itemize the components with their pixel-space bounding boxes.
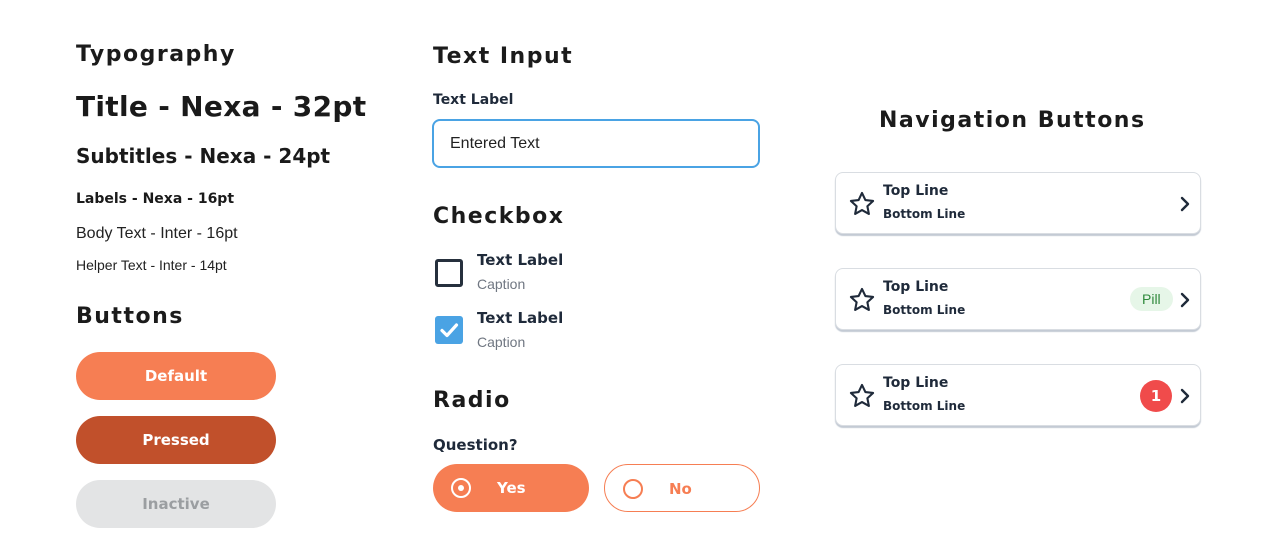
text-input-label: Text Label [433, 92, 514, 108]
star-icon [849, 383, 875, 407]
checkmark-icon [440, 323, 459, 338]
checkbox-label: Text Label [477, 309, 564, 327]
pressed-button[interactable]: Pressed [76, 416, 276, 464]
chevron-right-icon [1180, 196, 1190, 212]
radio-heading: Radio [433, 388, 511, 413]
typography-heading: Typography [76, 42, 236, 67]
checkbox-unchecked[interactable] [435, 259, 463, 287]
nav-button-with-pill[interactable]: Top Line Bottom Line Pill [835, 268, 1201, 330]
subtitle-sample: Subtitles - Nexa - 24pt [76, 144, 331, 168]
radio-selected-icon [451, 478, 471, 498]
helper-text-sample: Helper Text - Inter - 14pt [76, 257, 227, 273]
nav-button[interactable]: Top Line Bottom Line [835, 172, 1201, 234]
nav-bottom-line: Bottom Line [883, 303, 966, 317]
title-sample: Title - Nexa - 32pt [76, 90, 367, 123]
nav-top-line: Top Line [883, 279, 949, 295]
radio-question: Question? [433, 436, 518, 454]
checkbox-heading: Checkbox [433, 204, 565, 229]
radio-option-yes[interactable]: Yes [433, 464, 589, 512]
nav-top-line: Top Line [883, 183, 949, 199]
star-icon [849, 287, 875, 311]
inactive-button: Inactive [76, 480, 276, 528]
nav-bottom-line: Bottom Line [883, 399, 966, 413]
text-input-field[interactable]: Entered Text [432, 119, 760, 168]
pill-badge: Pill [1130, 287, 1173, 311]
navigation-heading: Navigation Buttons [879, 108, 1146, 133]
buttons-heading: Buttons [76, 304, 184, 329]
chevron-right-icon [1180, 292, 1190, 308]
label-sample: Labels - Nexa - 16pt [76, 191, 235, 207]
default-button[interactable]: Default [76, 352, 276, 400]
body-text-sample: Body Text - Inter - 16pt [76, 225, 238, 242]
radio-option-label: Yes [497, 479, 526, 497]
nav-bottom-line: Bottom Line [883, 207, 966, 221]
text-input-heading: Text Input [433, 44, 574, 69]
checkbox-caption: Caption [477, 334, 526, 350]
radio-option-no[interactable]: No [604, 464, 760, 512]
checkbox-label: Text Label [477, 251, 564, 269]
checkbox-checked[interactable] [435, 316, 463, 344]
radio-option-label: No [669, 480, 692, 498]
chevron-right-icon [1180, 388, 1190, 404]
nav-top-line: Top Line [883, 375, 949, 391]
text-input-value: Entered Text [450, 134, 540, 152]
checkbox-caption: Caption [477, 276, 526, 292]
nav-button-with-badge[interactable]: Top Line Bottom Line 1 [835, 364, 1201, 426]
count-badge: 1 [1140, 380, 1172, 412]
star-icon [849, 191, 875, 215]
radio-unselected-icon [623, 479, 643, 499]
